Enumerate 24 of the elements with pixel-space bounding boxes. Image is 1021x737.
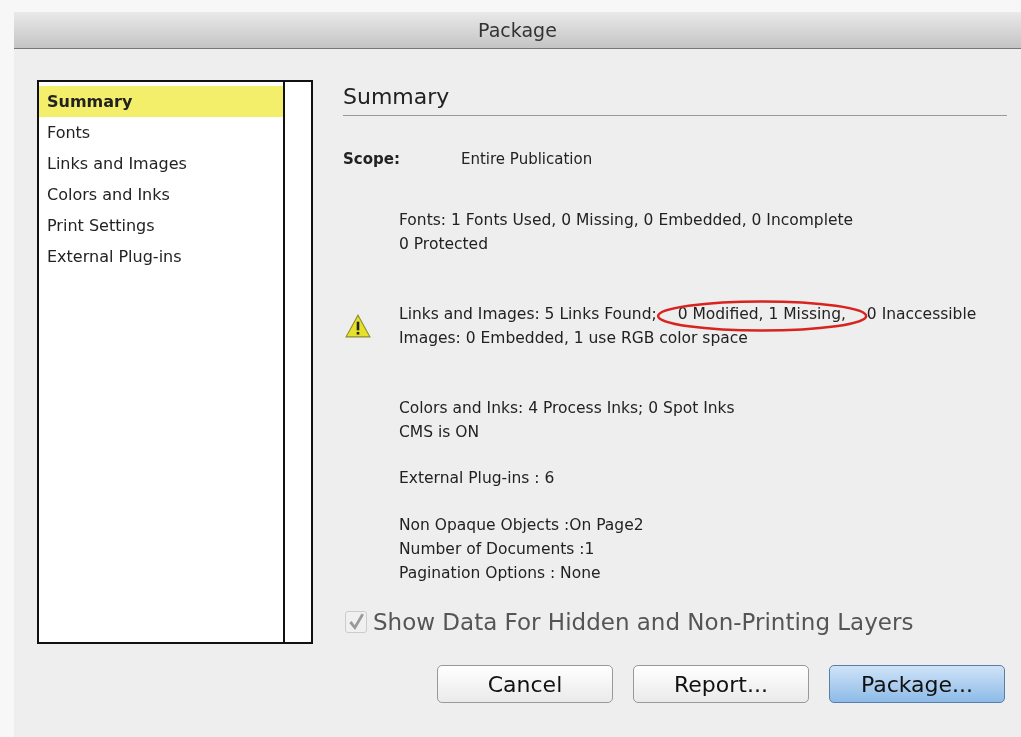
summary-line: Links and Images: 5 Links Found; 0 Modified, 1 Missing, 0 Inaccessible xyxy=(399,302,977,326)
category-item[interactable]: External Plug-ins xyxy=(39,241,283,272)
summary-line: Number of Documents :1 xyxy=(399,539,596,560)
summary-line: Fonts: 1 Fonts Used, 0 Missing, 0 Embedded, 0 Incomplete xyxy=(399,210,854,231)
window-title: Package xyxy=(478,19,557,41)
scope-value: Entire Publication xyxy=(461,150,593,168)
summary-line: Images: 0 Embedded, 1 use RGB color space xyxy=(399,328,749,349)
summary-line: 0 Protected xyxy=(399,234,489,255)
category-item[interactable]: Fonts xyxy=(39,117,283,148)
dialog-button[interactable]: Package... xyxy=(829,665,1005,703)
summary-line: CMS is ON xyxy=(399,422,481,443)
summary-line: External Plug-ins : 6 xyxy=(399,468,555,489)
summary-line: Non Opaque Objects :On Page2 xyxy=(399,515,644,536)
category-item[interactable]: Print Settings xyxy=(39,210,283,241)
category-item[interactable]: Links and Images xyxy=(39,148,283,179)
category-item[interactable]: Summary xyxy=(39,86,283,117)
checkbox-label: Show Data For Hidden and Non-Printing Layers xyxy=(373,609,914,635)
dialog-button[interactable]: Report... xyxy=(633,665,809,703)
scope-label: Scope: xyxy=(343,150,401,168)
section-heading: Summary xyxy=(343,80,1007,116)
summary-line: Pagination Options : None xyxy=(399,563,602,584)
dialog-button[interactable]: Cancel xyxy=(437,665,613,703)
category-item[interactable]: Colors and Inks xyxy=(39,179,283,210)
summary-line: Colors and Inks: 4 Process Inks; 0 Spot Inks xyxy=(399,398,735,419)
